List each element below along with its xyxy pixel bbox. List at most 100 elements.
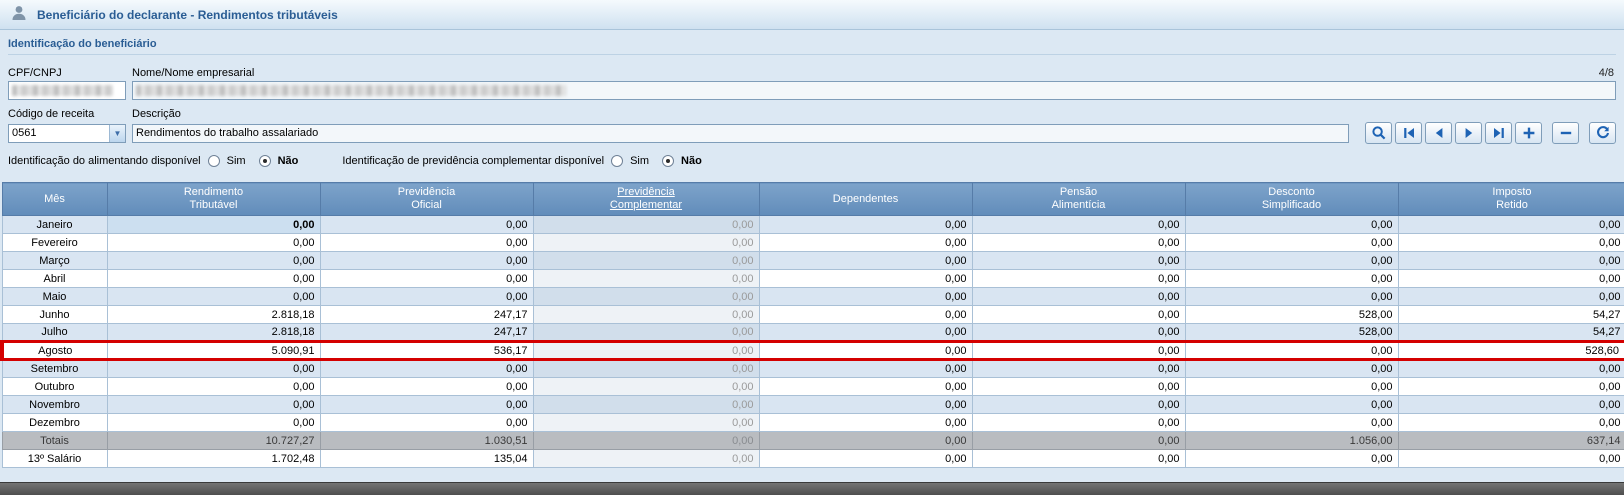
codigo-receita-select[interactable]: 0561 ▼ — [8, 123, 126, 143]
value-cell[interactable]: 0,00 — [971, 377, 1186, 396]
last-record-button[interactable] — [1485, 122, 1512, 144]
value-cell[interactable]: 0,00 — [971, 287, 1186, 306]
value-cell[interactable]: 0,00 — [319, 233, 534, 252]
value-cell[interactable]: 0,00 — [319, 377, 534, 396]
value-cell[interactable]: 0,00 — [319, 269, 534, 288]
value-cell[interactable]: 0,00 — [319, 287, 534, 306]
value-cell[interactable]: 0,00 — [758, 233, 973, 252]
value-cell[interactable]: 0,00 — [971, 431, 1186, 450]
value-cell[interactable]: 0,00 — [532, 395, 760, 414]
value-cell[interactable]: 1.056,00 — [1184, 431, 1399, 450]
value-cell[interactable]: 0,00 — [319, 359, 534, 378]
month-cell[interactable]: Julho — [1, 323, 108, 342]
value-cell[interactable]: 2.818,18 — [106, 323, 321, 342]
value-cell[interactable]: 0,00 — [971, 395, 1186, 414]
month-cell[interactable]: Agosto — [0, 340, 108, 361]
value-cell[interactable]: 637,14 — [1397, 431, 1624, 450]
value-cell[interactable]: 135,04 — [319, 449, 534, 468]
value-cell[interactable]: 0,00 — [532, 305, 760, 324]
value-cell[interactable]: 0,00 — [758, 431, 973, 450]
value-cell[interactable]: 54,27 — [1397, 305, 1624, 324]
value-cell[interactable]: 0,00 — [532, 340, 760, 361]
month-cell[interactable]: 13º Salário — [1, 449, 108, 468]
add-record-button[interactable] — [1515, 122, 1542, 144]
value-cell[interactable]: 1.030,51 — [319, 431, 534, 450]
value-cell[interactable]: 0,00 — [1184, 340, 1399, 361]
value-cell[interactable]: 10.727,27 — [106, 431, 321, 450]
value-cell[interactable]: 0,00 — [532, 269, 760, 288]
value-cell[interactable]: 0,00 — [106, 395, 321, 414]
value-cell[interactable]: 0,00 — [106, 359, 321, 378]
value-cell[interactable]: 0,00 — [758, 251, 973, 270]
value-cell[interactable]: 0,00 — [758, 323, 973, 342]
value-cell[interactable]: 0,00 — [758, 340, 973, 361]
value-cell[interactable]: 0,00 — [106, 233, 321, 252]
value-cell[interactable]: 54,27 — [1397, 323, 1624, 342]
value-cell[interactable]: 0,00 — [758, 305, 973, 324]
value-cell[interactable]: 0,00 — [1397, 215, 1624, 234]
value-cell[interactable]: 0,00 — [758, 413, 973, 432]
value-cell[interactable]: 0,00 — [106, 287, 321, 306]
value-cell[interactable]: 536,17 — [319, 340, 534, 361]
value-cell[interactable]: 0,00 — [532, 377, 760, 396]
value-cell[interactable]: 0,00 — [106, 377, 321, 396]
value-cell[interactable]: 0,00 — [319, 413, 534, 432]
value-cell[interactable]: 1.702,48 — [106, 449, 321, 468]
value-cell[interactable]: 0,00 — [758, 395, 973, 414]
value-cell[interactable]: 0,00 — [532, 287, 760, 306]
nome-input[interactable] — [132, 81, 1616, 100]
value-cell[interactable]: 0,00 — [532, 359, 760, 378]
value-cell[interactable]: 0,00 — [971, 413, 1186, 432]
value-cell[interactable]: 0,00 — [971, 305, 1186, 324]
value-cell[interactable]: 0,00 — [1397, 377, 1624, 396]
previous-record-button[interactable] — [1425, 122, 1452, 144]
value-cell[interactable]: 0,00 — [971, 251, 1186, 270]
month-cell[interactable]: Maio — [1, 287, 108, 306]
refresh-button[interactable] — [1589, 122, 1616, 144]
month-cell[interactable]: Março — [1, 251, 108, 270]
value-cell[interactable]: 528,60 — [1397, 340, 1624, 361]
value-cell[interactable]: 0,00 — [532, 413, 760, 432]
value-cell[interactable]: 0,00 — [319, 395, 534, 414]
cpf-input[interactable] — [8, 81, 126, 100]
alimentando-nao-radio[interactable] — [258, 155, 271, 167]
value-cell[interactable]: 0,00 — [1184, 233, 1399, 252]
previdencia-nao-radio[interactable] — [662, 155, 675, 167]
month-cell[interactable]: Dezembro — [1, 413, 108, 432]
value-cell[interactable]: 0,00 — [532, 233, 760, 252]
value-cell[interactable]: 0,00 — [1397, 395, 1624, 414]
month-cell[interactable]: Junho — [1, 305, 108, 324]
value-cell[interactable]: 0,00 — [532, 431, 760, 450]
search-button[interactable] — [1365, 122, 1392, 144]
value-cell[interactable]: 247,17 — [319, 323, 534, 342]
value-cell[interactable]: 0,00 — [319, 215, 534, 234]
value-cell[interactable]: 0,00 — [971, 359, 1186, 378]
value-cell[interactable]: 0,00 — [1397, 233, 1624, 252]
remove-record-button[interactable] — [1552, 122, 1579, 144]
value-cell[interactable]: 0,00 — [1184, 269, 1399, 288]
month-cell[interactable]: Outubro — [1, 377, 108, 396]
value-cell[interactable]: 0,00 — [1184, 449, 1399, 468]
value-cell[interactable]: 0,00 — [1397, 359, 1624, 378]
month-cell[interactable]: Totais — [1, 431, 108, 450]
value-cell[interactable]: 0,00 — [1397, 269, 1624, 288]
value-cell[interactable]: 0,00 — [1397, 413, 1624, 432]
value-cell[interactable]: 0,00 — [532, 215, 760, 234]
value-cell[interactable]: 0,00 — [1397, 287, 1624, 306]
month-cell[interactable]: Novembro — [1, 395, 108, 414]
value-cell[interactable]: 0,00 — [1184, 287, 1399, 306]
value-cell[interactable]: 0,00 — [1397, 251, 1624, 270]
descricao-input[interactable]: Rendimentos do trabalho assalariado — [132, 123, 1349, 143]
month-cell[interactable]: Fevereiro — [1, 233, 108, 252]
alimentando-sim-radio[interactable] — [207, 155, 220, 167]
value-cell[interactable]: 0,00 — [532, 251, 760, 270]
value-cell[interactable]: 0,00 — [758, 215, 973, 234]
value-cell[interactable]: 247,17 — [319, 305, 534, 324]
value-cell[interactable]: 0,00 — [758, 359, 973, 378]
previdencia-sim-radio[interactable] — [611, 155, 624, 167]
value-cell[interactable]: 0,00 — [1184, 377, 1399, 396]
value-cell[interactable]: 0,00 — [1184, 215, 1399, 234]
value-cell[interactable]: 0,00 — [106, 413, 321, 432]
value-cell[interactable]: 0,00 — [758, 287, 973, 306]
value-cell[interactable]: 0,00 — [1184, 251, 1399, 270]
